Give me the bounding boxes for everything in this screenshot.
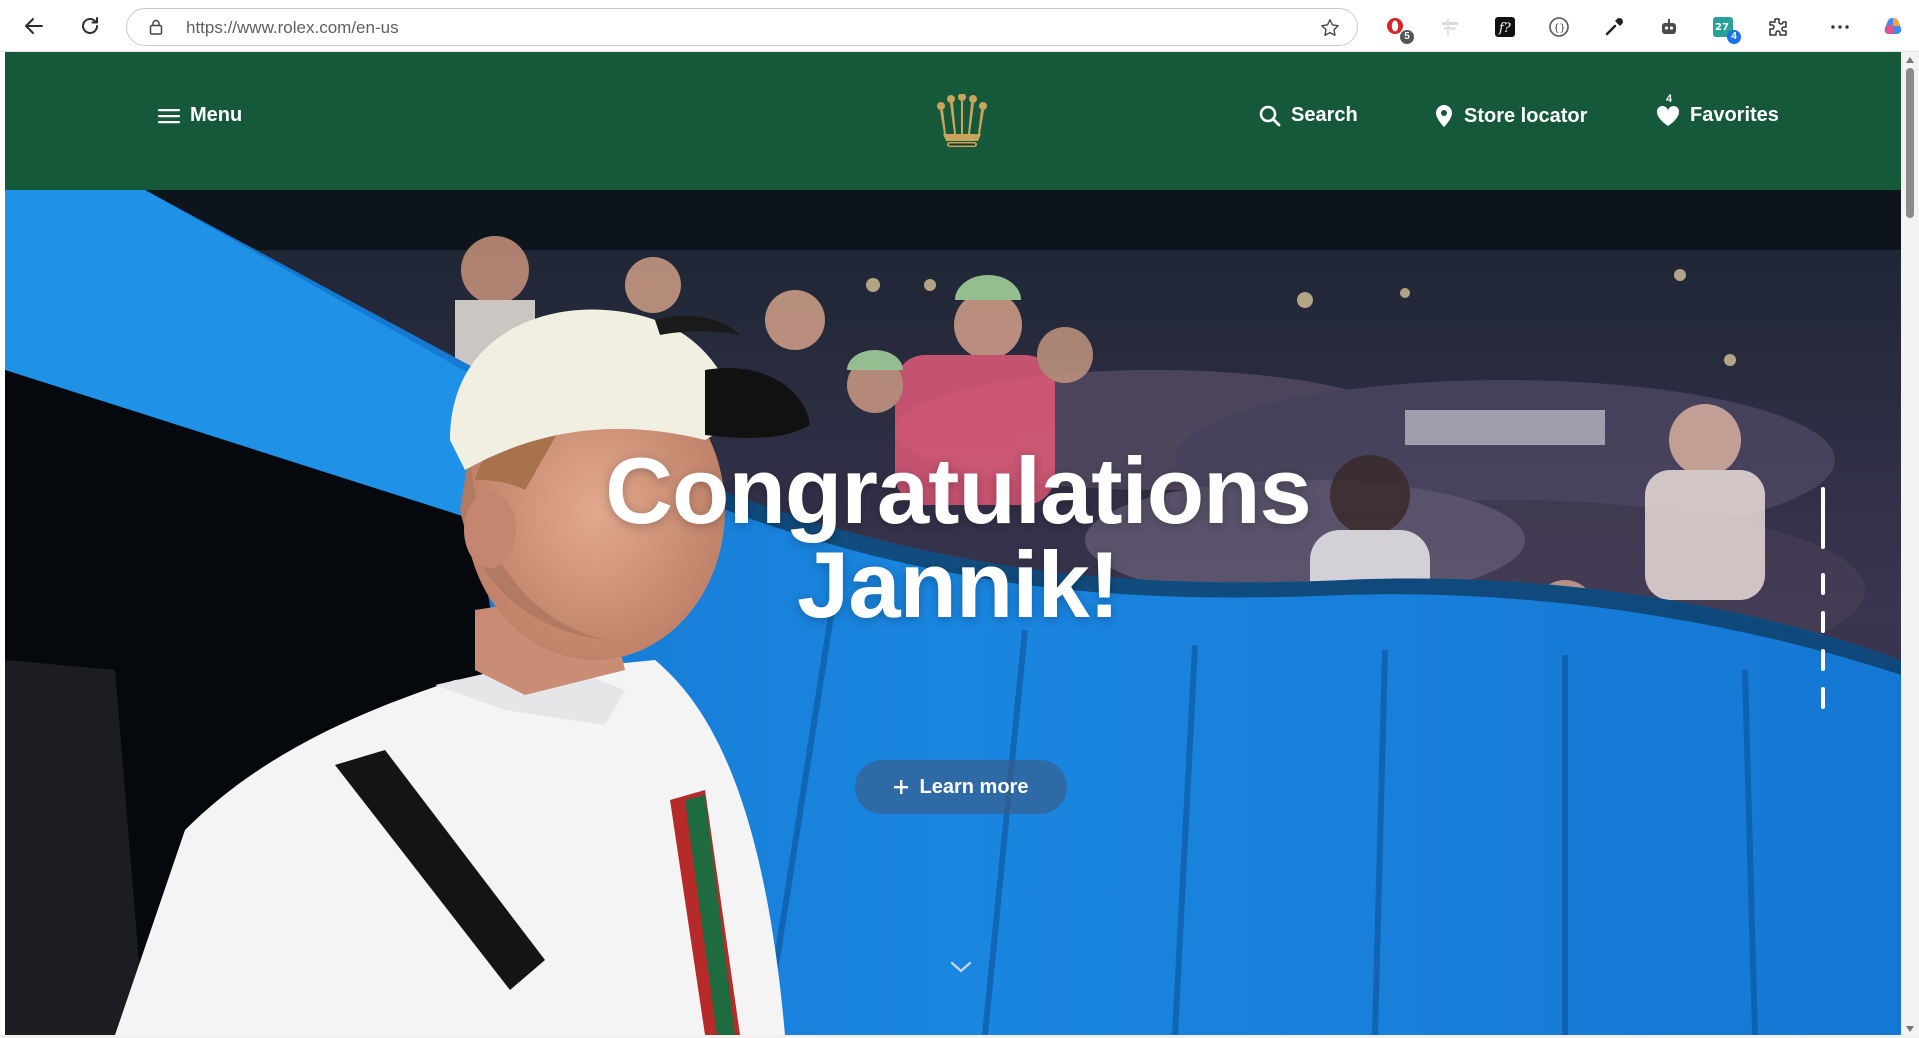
- slide-indicator-dot[interactable]: [1821, 687, 1825, 709]
- scroll-thumb[interactable]: [1906, 68, 1914, 218]
- page-viewport: Menu Search Store locator 4 Favorites Co…: [5, 52, 1901, 1035]
- url-text[interactable]: https://www.rolex.com/en-us: [186, 18, 399, 38]
- hamburger-menu-icon: [158, 108, 180, 123]
- slide-indicator-dot[interactable]: [1821, 573, 1825, 595]
- extensions-button[interactable]: [1764, 13, 1792, 41]
- learn-more-button[interactable]: Learn more: [855, 760, 1067, 814]
- scroll-down-arrow-icon[interactable]: [1905, 1025, 1915, 1033]
- address-bar[interactable]: https://www.rolex.com/en-us: [126, 8, 1358, 46]
- menu-button[interactable]: Menu: [158, 104, 242, 127]
- menu-label: Menu: [190, 104, 243, 126]
- refresh-icon: [82, 17, 98, 34]
- learn-more-label: Learn more: [919, 775, 1029, 798]
- font-extension-button[interactable]: f?: [1491, 13, 1519, 41]
- favorite-star-icon[interactable]: [1319, 17, 1341, 39]
- slide-indicator-dot[interactable]: [1821, 611, 1825, 633]
- favorites-label: Favorites: [1690, 104, 1779, 126]
- code-brackets-extension-icon: {}: [1549, 17, 1569, 37]
- url-path: /en-us: [351, 18, 399, 37]
- heart-icon: [1656, 105, 1680, 126]
- search-icon: [1259, 105, 1281, 126]
- favorites-button[interactable]: 4 Favorites: [1656, 93, 1779, 127]
- store-locator-button[interactable]: Store locator: [1434, 104, 1587, 128]
- eyedropper-extension-button[interactable]: [1600, 13, 1628, 41]
- opera-extension-button[interactable]: 5: [1382, 13, 1414, 44]
- faded-extension-button[interactable]: [1436, 13, 1464, 41]
- translate-extension-badge: 4: [1727, 30, 1741, 44]
- svg-text:{}: {}: [1554, 23, 1566, 34]
- copilot-button[interactable]: [1879, 13, 1907, 41]
- rolex-crown-logo[interactable]: [935, 94, 989, 150]
- svg-text:27: 27: [1715, 22, 1729, 33]
- hero-title: Congratulations Jannik!: [5, 444, 1901, 632]
- favorites-count: 4: [1666, 92, 1673, 105]
- refresh-button[interactable]: [73, 9, 107, 43]
- slide-indicator[interactable]: [1821, 487, 1825, 709]
- favorites-icon-wrap: 4: [1656, 93, 1680, 127]
- store-locator-label: Store locator: [1464, 104, 1588, 127]
- more-options-button[interactable]: [1826, 13, 1854, 41]
- puzzle-extensions-icon: [1769, 18, 1787, 36]
- faded-extension-icon: [1442, 19, 1458, 35]
- copilot-icon: [1884, 18, 1902, 34]
- hero-title-line1: Congratulations: [605, 438, 1312, 543]
- slide-indicator-active[interactable]: [1821, 487, 1825, 549]
- robot-extension-icon: [1662, 19, 1676, 34]
- more-dots-icon: [1831, 25, 1849, 29]
- location-pin-icon: [1436, 105, 1452, 127]
- translate-extension-button[interactable]: 27 4: [1709, 13, 1741, 44]
- chevron-down-icon[interactable]: [949, 960, 973, 974]
- back-button[interactable]: [17, 9, 51, 43]
- scroll-up-arrow-icon[interactable]: [1905, 56, 1915, 64]
- url-host: https://www.rolex.com: [186, 18, 352, 37]
- back-arrow-icon: [25, 18, 43, 34]
- code-extension-button[interactable]: {}: [1545, 13, 1573, 41]
- lock-icon[interactable]: [147, 18, 165, 36]
- plus-icon: [893, 780, 908, 794]
- search-label: Search: [1291, 104, 1358, 126]
- slide-indicator-dot[interactable]: [1821, 649, 1825, 671]
- page-scrollbar[interactable]: [1901, 52, 1919, 1038]
- browser-toolbar: https://www.rolex.com/en-us 5 f? {} 27 4: [0, 0, 1919, 52]
- robot-extension-button[interactable]: [1655, 13, 1683, 41]
- search-button[interactable]: Search: [1259, 104, 1358, 127]
- svg-text:f?: f?: [1498, 21, 1512, 36]
- site-header: Menu Search Store locator 4 Favorites: [5, 52, 1901, 190]
- eyedropper-extension-icon: [1605, 17, 1624, 36]
- hero-title-line2: Jannik!: [796, 532, 1120, 637]
- hero-banner: Congratulations Jannik! Learn more: [5, 190, 1901, 1035]
- opera-extension-badge: 5: [1400, 30, 1414, 44]
- font-extension-icon: f?: [1495, 17, 1515, 37]
